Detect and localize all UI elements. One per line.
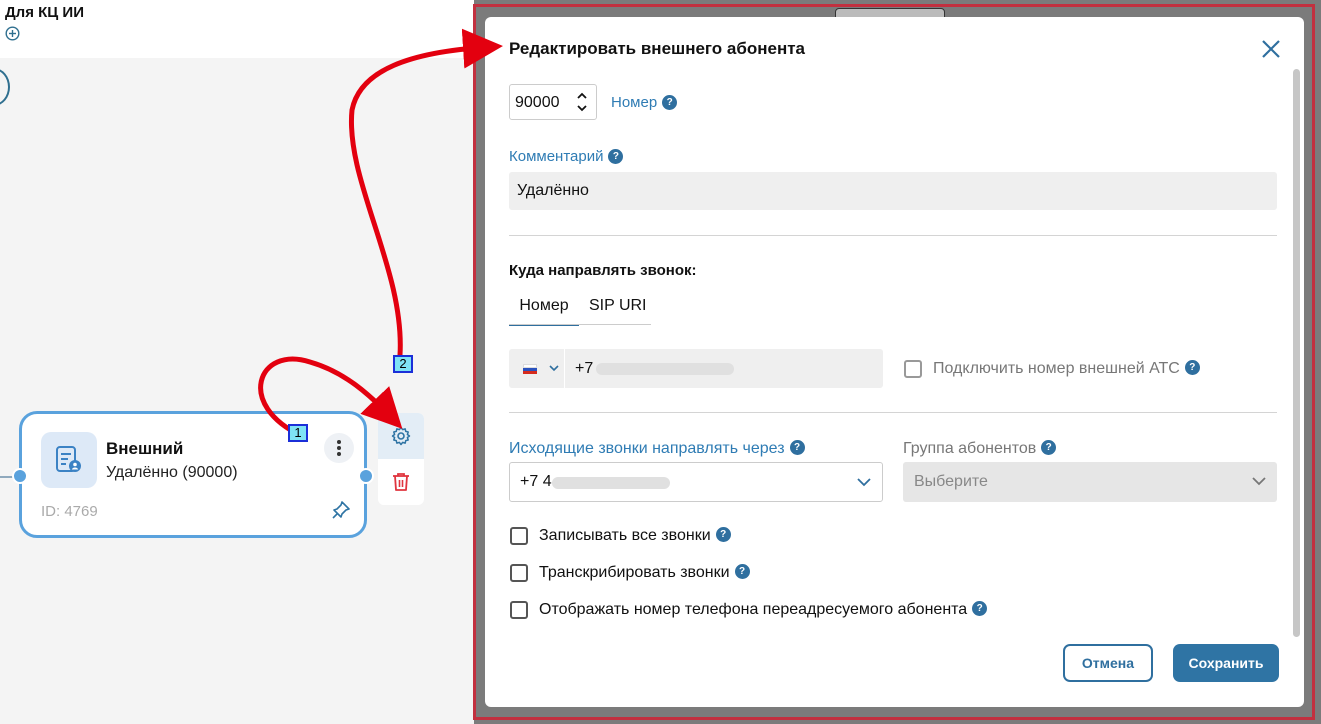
annotation-callout-2: 2	[393, 355, 413, 373]
chevron-down-icon	[857, 478, 871, 487]
outgoing-line-value: +7 4	[520, 473, 552, 490]
chevron-down-icon[interactable]	[549, 365, 559, 372]
record-calls-checkbox[interactable]	[510, 527, 528, 545]
save-button[interactable]: Сохранить	[1173, 644, 1279, 682]
help-icon[interactable]: ?	[608, 148, 624, 164]
redacted-phone-number	[596, 363, 734, 375]
pin-icon[interactable]	[331, 500, 351, 520]
comment-field[interactable]: Удалённо	[509, 172, 1277, 210]
output-port[interactable]	[358, 468, 374, 484]
close-icon[interactable]	[1261, 39, 1281, 59]
help-icon[interactable]: ?	[1184, 360, 1200, 376]
help-icon[interactable]: ?	[789, 440, 805, 456]
node-icon-container	[41, 432, 97, 488]
canvas-title: Для КЦ ИИ	[5, 4, 84, 21]
help-icon[interactable]: ?	[715, 527, 731, 543]
record-calls-label: Записывать все звонки?	[539, 527, 731, 545]
number-value: 90000	[515, 94, 560, 111]
divider	[509, 235, 1277, 236]
phone-separator	[564, 349, 565, 388]
chevron-down-icon	[1252, 477, 1266, 486]
node-subtitle: Удалённо (90000)	[106, 464, 238, 481]
spinner-arrows-icon[interactable]	[576, 91, 588, 113]
input-port[interactable]	[12, 468, 28, 484]
external-node-card[interactable]: Внешний Удалённо (90000) ID: 4769	[19, 411, 367, 538]
outgoing-label: Исходящие звонки направлять через?	[509, 440, 805, 458]
canvas-header: Для КЦ ИИ	[0, 0, 474, 58]
phone-input[interactable]: +7	[509, 349, 883, 388]
annotation-arrow-2	[348, 28, 503, 358]
dialog-title: Редактировать внешнего абонента	[509, 39, 805, 58]
canvas-node-partial[interactable]	[0, 68, 10, 106]
number-stepper[interactable]: 90000	[509, 84, 597, 120]
help-icon[interactable]: ?	[1041, 440, 1057, 456]
tab-number[interactable]: Номер	[509, 297, 579, 326]
tab-sip-uri[interactable]: SIP URI	[589, 297, 651, 324]
outgoing-line-select[interactable]: +7 4	[509, 462, 883, 502]
transcribe-calls-label: Транскрибировать звонки?	[539, 564, 750, 582]
group-placeholder: Выберите	[914, 473, 988, 490]
comment-value: Удалённо	[517, 182, 589, 199]
comment-label: Комментарий?	[509, 148, 624, 165]
phone-country-code: +7	[575, 360, 594, 377]
annotation-callout-1: 1	[288, 424, 308, 442]
help-icon[interactable]: ?	[662, 94, 678, 110]
russia-flag-icon[interactable]	[523, 364, 537, 374]
cancel-button[interactable]: Отмена	[1063, 644, 1153, 682]
group-select[interactable]: Выберите	[903, 462, 1277, 502]
edit-external-subscriber-dialog: Редактировать внешнего абонента 90000 Но…	[485, 17, 1304, 707]
more-options-icon[interactable]	[324, 433, 354, 463]
show-forwarded-number-checkbox[interactable]	[510, 601, 528, 619]
external-pbx-checkbox[interactable]	[904, 360, 922, 378]
help-icon[interactable]: ?	[972, 601, 988, 617]
number-label: Номер?	[611, 94, 678, 111]
gear-icon	[391, 426, 411, 446]
transcribe-calls-checkbox[interactable]	[510, 564, 528, 582]
show-forwarded-number-label: Отображать номер телефона переадресуемог…	[539, 601, 988, 619]
external-subscriber-icon	[56, 446, 81, 472]
settings-button[interactable]	[378, 413, 424, 459]
divider	[509, 412, 1277, 413]
trash-icon[interactable]	[392, 472, 410, 492]
tabs-underline	[509, 324, 651, 325]
help-icon[interactable]: ?	[734, 564, 750, 580]
redacted-phone-number	[552, 477, 670, 489]
route-section-label: Куда направлять звонок:	[509, 262, 697, 279]
node-action-panel	[378, 413, 424, 505]
external-pbx-label: Подключить номер внешней АТС?	[933, 360, 1200, 378]
add-circle-icon[interactable]	[5, 26, 20, 41]
node-id: ID: 4769	[41, 503, 98, 520]
scrollbar[interactable]	[1293, 69, 1300, 637]
node-title: Внешний	[106, 439, 184, 458]
group-label: Группа абонентов?	[903, 440, 1057, 458]
